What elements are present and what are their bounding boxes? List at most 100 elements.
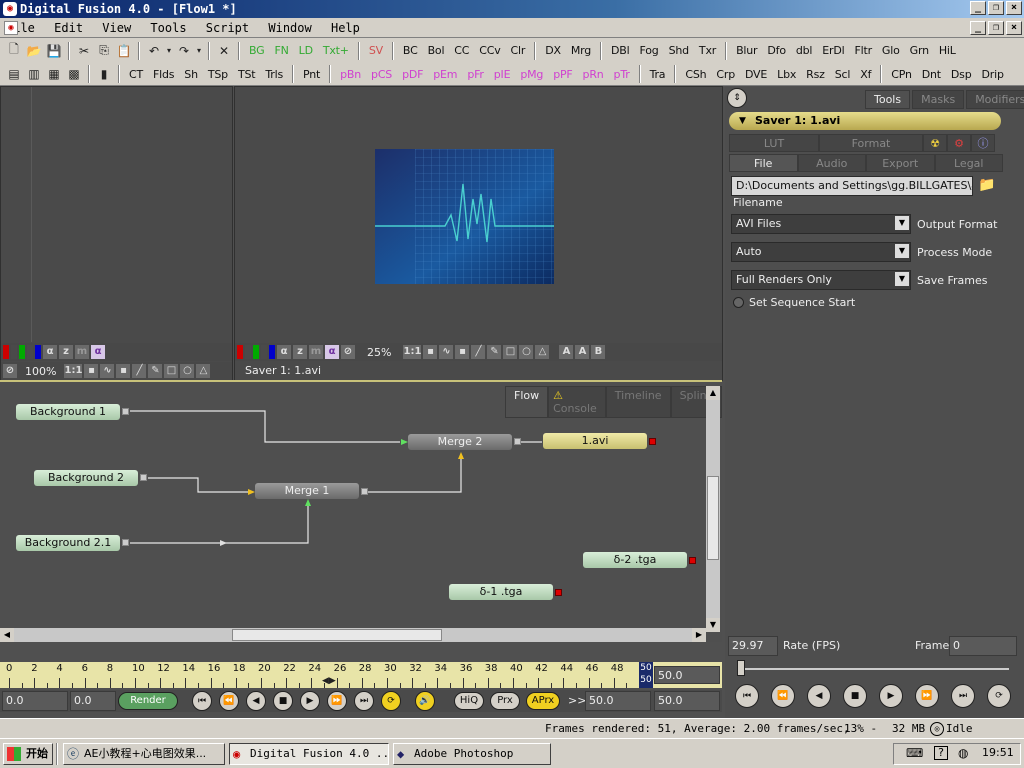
zoom-level[interactable]: 25% xyxy=(367,346,391,359)
red-channel-icon[interactable] xyxy=(237,345,243,359)
tool-blur[interactable]: Blur xyxy=(731,44,762,57)
tool-crp[interactable]: Crp xyxy=(711,68,740,81)
info-icon[interactable]: ⓘ xyxy=(971,134,995,152)
fast-forward-icon[interactable]: ⏩ xyxy=(327,691,347,711)
end-marker[interactable]: 50 50 xyxy=(639,662,653,688)
proxy-button[interactable]: Prx xyxy=(490,692,520,710)
preview-rewind-icon[interactable]: ⏪ xyxy=(771,684,795,708)
subtab-legal[interactable]: Legal xyxy=(934,154,1003,172)
tool-ptr[interactable]: pTr xyxy=(609,68,635,81)
process-mode-select[interactable]: Auto ▼ xyxy=(731,242,911,262)
range-start-field[interactable]: 50.0 xyxy=(585,691,651,711)
tool-pem[interactable]: pEm xyxy=(428,68,462,81)
audio-icon[interactable]: 🔊 xyxy=(415,691,435,711)
minimize-button[interactable]: _ xyxy=(970,1,986,15)
close-button[interactable]: × xyxy=(1006,1,1022,15)
dropdown-arrow-icon[interactable]: ▼ xyxy=(895,272,909,286)
output-port[interactable] xyxy=(361,488,368,495)
preview-fast-forward-icon[interactable]: ⏩ xyxy=(915,684,939,708)
green-channel-icon[interactable] xyxy=(253,345,259,359)
preview-loop-icon[interactable]: ⟳ xyxy=(987,684,1011,708)
preview-play-reverse-icon[interactable]: ◀ xyxy=(807,684,831,708)
brush-icon[interactable]: ✎ xyxy=(487,345,502,359)
delete-icon[interactable]: ✕ xyxy=(214,42,234,60)
tab-modifiers[interactable]: Modifiers xyxy=(966,90,1024,109)
output-port[interactable] xyxy=(140,474,147,481)
taskbar-item-fusion[interactable]: ◉ Digital Fusion 4.0 ... xyxy=(229,743,389,765)
rewind-icon[interactable]: ⏪ xyxy=(219,691,239,711)
alpha-toggle-icon[interactable]: α xyxy=(91,345,105,359)
output-format-select[interactable]: AVI Files ▼ xyxy=(731,214,911,234)
doc-close-button[interactable]: × xyxy=(1006,21,1022,35)
subtab-audio[interactable]: Audio xyxy=(797,154,866,172)
checker-icon[interactable]: ▪ xyxy=(423,345,438,359)
restore-button[interactable]: ❐ xyxy=(988,1,1004,15)
undo-dropdown-icon[interactable]: ▾ xyxy=(164,42,174,60)
triangle-icon[interactable]: △ xyxy=(535,345,550,359)
node-merge-1[interactable]: Merge 1 xyxy=(255,483,359,499)
tool-bg[interactable]: BG xyxy=(244,44,269,57)
tool-ppf[interactable]: pPF xyxy=(548,68,577,81)
tool-erdl[interactable]: ErDl xyxy=(817,44,849,57)
tool-flds[interactable]: Flds xyxy=(148,68,179,81)
start-button[interactable]: 开始 xyxy=(3,742,53,765)
line-icon[interactable]: ╱ xyxy=(471,345,486,359)
subtab-format[interactable]: Format xyxy=(819,134,923,152)
alpha-icon[interactable]: α xyxy=(43,345,57,359)
tool-glo[interactable]: Glo xyxy=(877,44,905,57)
flow-vertical-scrollbar[interactable]: ▲ ▼ xyxy=(706,386,720,632)
tool-tra[interactable]: Tra xyxy=(645,68,671,81)
scale-toggle[interactable]: 1:1 xyxy=(403,345,422,359)
tool-rsz[interactable]: Rsz xyxy=(801,68,830,81)
tool-ld[interactable]: LD xyxy=(294,44,318,57)
help-icon[interactable]: ? xyxy=(934,746,948,760)
scroll-down-icon[interactable]: ▼ xyxy=(706,618,720,632)
alpha-toggle-icon[interactable]: α xyxy=(325,345,339,359)
open-folder-icon[interactable]: 📂 xyxy=(24,42,44,60)
scale-toggle[interactable]: 1:1 xyxy=(64,364,83,378)
menu-view[interactable]: View xyxy=(96,18,137,38)
folder-icon[interactable]: 📁 xyxy=(977,176,997,196)
tool-pie[interactable]: pIE xyxy=(489,68,516,81)
tool-fltr[interactable]: Fltr xyxy=(849,44,876,57)
playhead-icon[interactable]: ◀▶ xyxy=(322,676,336,686)
scroll-thumb[interactable] xyxy=(232,629,442,641)
tool-dnt[interactable]: Dnt xyxy=(917,68,946,81)
loader-output-port[interactable] xyxy=(555,589,562,596)
network-icon[interactable]: ◍ xyxy=(958,746,968,760)
tool-pbn[interactable]: pBn xyxy=(335,68,366,81)
tab-tools[interactable]: Tools xyxy=(865,90,911,109)
tool-cc[interactable]: CC xyxy=(449,44,474,57)
redo-icon[interactable]: ↷ xyxy=(174,42,194,60)
document-icon[interactable]: ◉ xyxy=(4,21,18,35)
checker-icon[interactable]: ▪ xyxy=(84,364,99,378)
tool-drip[interactable]: Drip xyxy=(977,68,1009,81)
flow-horizontal-scrollbar[interactable]: ◀ ▶ xyxy=(0,628,706,642)
play-reverse-icon[interactable]: ◀ xyxy=(246,691,266,711)
blue-channel-icon[interactable] xyxy=(269,345,275,359)
tool-prn[interactable]: pRn xyxy=(578,68,609,81)
tool-hil[interactable]: HiL xyxy=(934,44,961,57)
menu-window[interactable]: Window xyxy=(262,18,317,38)
tool-dve[interactable]: DVE xyxy=(740,68,772,81)
brush-icon[interactable]: ✎ xyxy=(148,364,163,378)
radiation-icon[interactable]: ☢ xyxy=(923,134,947,152)
more-channels-icon[interactable]: m xyxy=(75,345,89,359)
frame-slider-track[interactable] xyxy=(737,668,1009,670)
layout-4-icon[interactable]: ▩ xyxy=(64,65,84,83)
flow-editor[interactable]: Flow ⚠ Console Timeline Spline Backgroun… xyxy=(0,380,722,642)
tool-fn[interactable]: FN xyxy=(269,44,293,57)
undo-icon[interactable]: ↶ xyxy=(144,42,164,60)
layout-2-icon[interactable]: ▥ xyxy=(24,65,44,83)
sequence-checkbox[interactable] xyxy=(733,297,744,308)
circle-icon[interactable]: ○ xyxy=(180,364,195,378)
node-background-2[interactable]: Background 2 xyxy=(34,470,138,486)
tool-dbl[interactable]: DBl xyxy=(606,44,634,57)
tool-pfr[interactable]: pFr xyxy=(462,68,488,81)
time-ruler[interactable]: 0 2 4 6 8 10 12 14 16 18 20 22 24 26 28 30 32 34 36 38 40 42 4… xyxy=(0,662,722,688)
node-merge-2[interactable]: Merge 2 xyxy=(408,434,512,450)
clock[interactable]: 19:51 xyxy=(982,746,1014,759)
save-frames-select[interactable]: Full Renders Only ▼ xyxy=(731,270,911,290)
tool-xf[interactable]: Xf xyxy=(855,68,876,81)
rectangle-icon[interactable]: □ xyxy=(164,364,179,378)
